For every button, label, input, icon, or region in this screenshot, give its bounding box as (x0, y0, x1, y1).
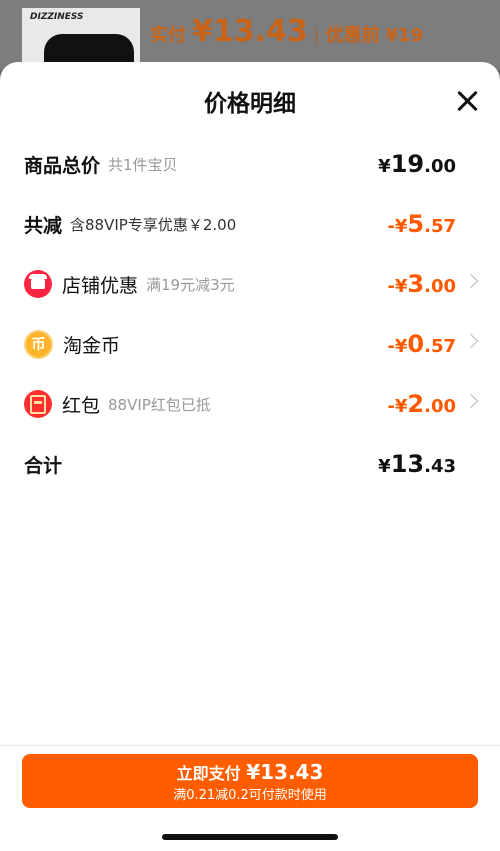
pay-now-amount: ¥13.43 (246, 760, 324, 784)
store-discount-label: 店铺优惠 (62, 274, 139, 297)
background-product-header: DIZZINESS 实付 ¥13.43 | 优惠前 ¥19 (0, 0, 500, 70)
actual-pay-amount: ¥13.43 (192, 14, 308, 49)
row-sum: 合计 ¥13.43 (24, 444, 476, 484)
row-goods-total: 商品总价 共1件宝贝 ¥19.00 (24, 144, 476, 184)
row-total-reduction: 共减 含88VIP专享优惠￥2.00 -¥5.57 (24, 204, 476, 244)
store-icon (24, 270, 52, 298)
total-reduction-amount: -¥5.57 (387, 210, 456, 238)
chevron-right-icon (463, 393, 479, 409)
chevron-right-icon (463, 333, 479, 349)
goods-count-note: 共1件宝贝 (108, 155, 178, 174)
sum-amount: ¥13.43 (378, 450, 456, 478)
red-packet-note: 88VIP红包已抵 (108, 395, 211, 414)
sheet-title: 价格明细 (204, 91, 296, 117)
close-icon[interactable] (456, 90, 478, 112)
goods-total-label: 商品总价 (24, 154, 101, 177)
pay-now-label: 立即支付 (176, 764, 241, 783)
actual-pay-label: 实付 (150, 25, 186, 46)
red-packet-amount: -¥2.00 (387, 390, 456, 418)
row-taojin-coin[interactable]: 币 淘金币 -¥0.57 (24, 324, 479, 364)
product-thumbnail: DIZZINESS (22, 8, 140, 64)
coin-icon: 币 (24, 329, 53, 359)
home-indicator[interactable] (162, 834, 338, 840)
pay-now-button[interactable]: 立即支付 ¥13.43 满0.21减0.2可付款时使用 (22, 754, 478, 808)
product-brand-text: DIZZINESS (30, 12, 84, 22)
row-store-discount[interactable]: 店铺优惠 满19元减3元 -¥3.00 (24, 264, 479, 304)
product-shirt-image (44, 34, 134, 64)
price-detail-sheet: 价格明细 商品总价 共1件宝贝 ¥19.00 共减 含88VIP专享优惠￥2.0… (0, 62, 500, 851)
original-price-label: 优惠前 (325, 25, 380, 46)
background-price-summary: 实付 ¥13.43 | 优惠前 ¥19 (150, 14, 423, 49)
pay-now-subtext: 满0.21减0.2可付款时使用 (173, 788, 327, 803)
goods-total-amount: ¥19.00 (378, 150, 456, 178)
store-discount-note: 满19元减3元 (146, 275, 235, 294)
red-packet-label: 红包 (62, 394, 101, 417)
price-separator: | (313, 26, 320, 45)
store-discount-amount: -¥3.00 (387, 270, 456, 298)
row-red-packet[interactable]: 红包 88VIP红包已抵 -¥2.00 (24, 384, 479, 424)
footer-divider (0, 745, 500, 746)
chevron-right-icon (463, 273, 479, 289)
vip-discount-note: 含88VIP专享优惠￥2.00 (70, 215, 237, 234)
red-packet-icon (24, 390, 52, 418)
total-reduction-label: 共减 (24, 214, 63, 237)
sum-label: 合计 (24, 454, 63, 477)
original-price-amount: ¥19 (385, 25, 424, 46)
taojin-coin-amount: -¥0.57 (387, 330, 456, 358)
taojin-coin-label: 淘金币 (63, 334, 121, 357)
